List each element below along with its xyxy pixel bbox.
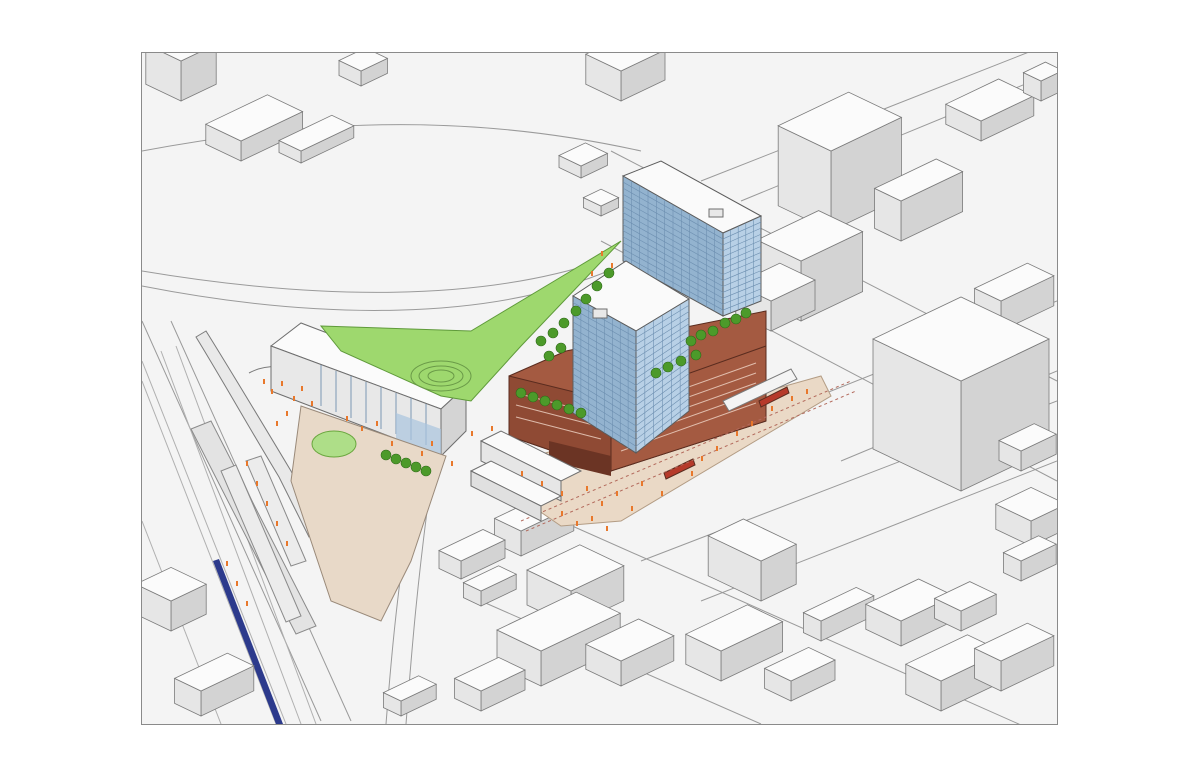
tree bbox=[707, 325, 719, 337]
pedestrian bbox=[361, 426, 363, 431]
context-building bbox=[173, 652, 255, 717]
pedestrian bbox=[266, 501, 268, 506]
pedestrian bbox=[281, 381, 283, 386]
pedestrian bbox=[226, 561, 228, 566]
context-building bbox=[582, 188, 620, 217]
context-building bbox=[994, 486, 1057, 547]
pedestrian bbox=[641, 481, 643, 486]
context-building bbox=[707, 518, 798, 602]
pedestrian bbox=[286, 541, 288, 546]
pedestrian bbox=[591, 271, 593, 276]
context-building bbox=[1022, 61, 1057, 102]
pedestrian bbox=[601, 501, 603, 506]
pedestrian bbox=[491, 426, 493, 431]
pedestrian bbox=[271, 389, 273, 394]
pedestrian bbox=[346, 416, 348, 421]
context-building bbox=[944, 78, 1035, 142]
pedestrian bbox=[771, 406, 773, 411]
pedestrian bbox=[561, 511, 563, 516]
pedestrian bbox=[541, 481, 543, 486]
pedestrian bbox=[293, 396, 295, 401]
pedestrian bbox=[256, 481, 258, 486]
tree bbox=[650, 367, 662, 379]
tree bbox=[719, 317, 731, 329]
tree bbox=[558, 317, 570, 329]
context-building bbox=[453, 656, 526, 712]
pedestrian bbox=[716, 446, 718, 451]
pedestrian bbox=[751, 421, 753, 426]
pedestrian bbox=[301, 386, 303, 391]
tree bbox=[740, 307, 752, 319]
tree bbox=[380, 449, 392, 461]
context-building bbox=[145, 53, 217, 102]
axonometric-scene bbox=[142, 53, 1057, 724]
context-building bbox=[1002, 535, 1057, 582]
tree bbox=[539, 395, 551, 407]
pedestrian bbox=[276, 521, 278, 526]
tree bbox=[563, 403, 575, 415]
pedestrian bbox=[246, 601, 248, 606]
context-building bbox=[802, 586, 875, 642]
pedestrian bbox=[471, 431, 473, 436]
south-tower bbox=[572, 260, 690, 455]
pedestrian bbox=[691, 471, 693, 476]
context-building bbox=[382, 675, 438, 717]
tree bbox=[400, 457, 412, 469]
site-diagram bbox=[141, 52, 1058, 725]
tree bbox=[675, 355, 687, 367]
tree bbox=[575, 407, 587, 419]
pedestrian bbox=[701, 456, 703, 461]
pedestrian bbox=[736, 431, 738, 436]
tree bbox=[580, 293, 592, 305]
pedestrian bbox=[611, 263, 613, 268]
tree bbox=[410, 461, 422, 473]
tree bbox=[547, 327, 559, 339]
pedestrian bbox=[806, 389, 808, 394]
tree bbox=[662, 361, 674, 373]
pedestrian bbox=[791, 396, 793, 401]
pedestrian bbox=[631, 506, 633, 511]
pedestrian bbox=[601, 251, 603, 256]
pedestrian bbox=[276, 421, 278, 426]
tree bbox=[555, 342, 567, 354]
tree bbox=[570, 305, 582, 317]
tree bbox=[535, 335, 547, 347]
pedestrian bbox=[286, 411, 288, 416]
tree bbox=[420, 465, 432, 477]
pedestrian bbox=[246, 461, 248, 466]
pedestrian bbox=[521, 471, 523, 476]
tree bbox=[730, 313, 742, 325]
pedestrian bbox=[376, 421, 378, 426]
pedestrian bbox=[263, 379, 265, 384]
context-building bbox=[142, 566, 208, 632]
pedestrian bbox=[586, 486, 588, 491]
pedestrian bbox=[606, 526, 608, 531]
pedestrian bbox=[391, 441, 393, 446]
pedestrian bbox=[236, 581, 238, 586]
tree bbox=[527, 391, 539, 403]
tree bbox=[603, 267, 615, 279]
tree bbox=[685, 335, 697, 347]
tree bbox=[690, 349, 702, 361]
context-building bbox=[338, 53, 389, 87]
tree bbox=[695, 329, 707, 341]
circular-lawn bbox=[311, 430, 357, 458]
context-building bbox=[558, 142, 609, 179]
tree bbox=[390, 453, 402, 465]
pedestrian bbox=[311, 401, 313, 406]
pedestrian bbox=[451, 461, 453, 466]
context-building bbox=[973, 622, 1055, 692]
pedestrian bbox=[661, 491, 663, 496]
pedestrian bbox=[421, 451, 423, 456]
tree bbox=[543, 350, 555, 362]
context-building bbox=[584, 53, 666, 102]
pedestrian bbox=[591, 516, 593, 521]
pedestrian bbox=[431, 441, 433, 446]
pedestrian bbox=[616, 491, 618, 496]
pedestrian bbox=[576, 521, 578, 526]
tree bbox=[551, 399, 563, 411]
tree bbox=[515, 387, 527, 399]
pedestrian bbox=[561, 491, 563, 496]
tree bbox=[591, 280, 603, 292]
